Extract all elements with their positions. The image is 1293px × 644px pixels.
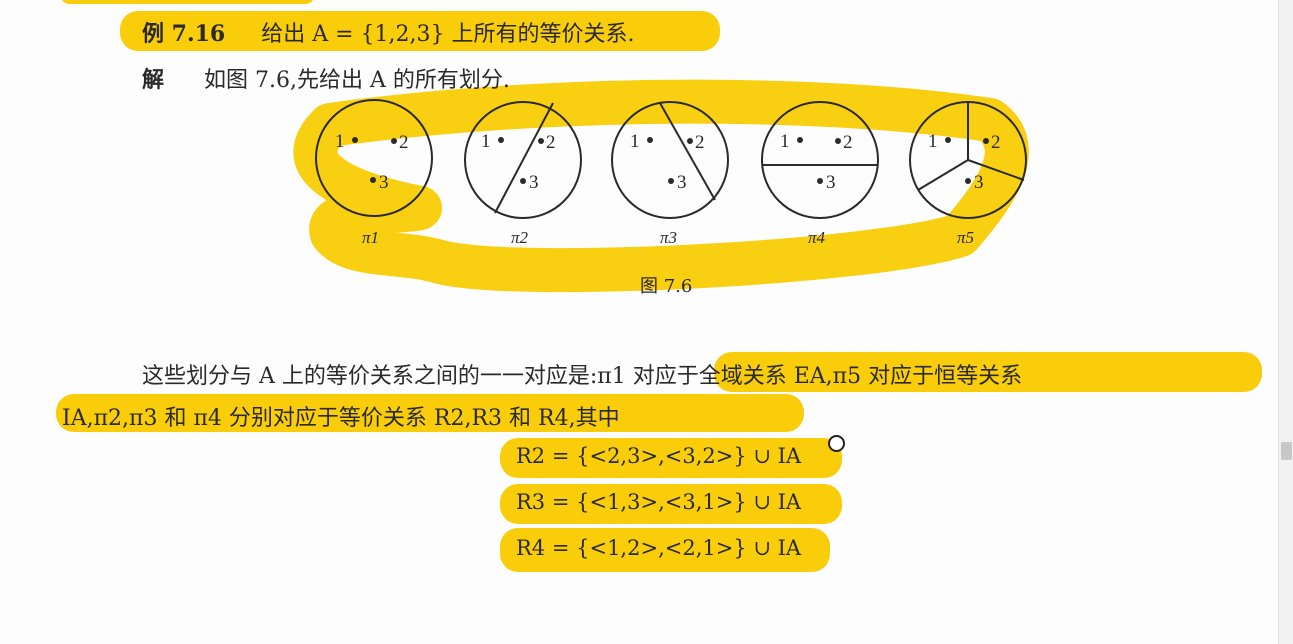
point-label: 3 bbox=[974, 172, 984, 193]
point-dot bbox=[352, 137, 358, 143]
point-dot bbox=[391, 138, 397, 144]
point-label: 2 bbox=[843, 132, 853, 153]
solution-line: 解 如图 7.6,先给出 A 的所有划分. bbox=[142, 62, 510, 94]
point-dot bbox=[687, 138, 693, 144]
pen-cursor-icon bbox=[828, 435, 845, 452]
point-dot bbox=[983, 138, 989, 144]
point-dot bbox=[835, 138, 841, 144]
point-dot bbox=[538, 138, 544, 144]
example-heading: 例 7.16 给出 A = {1,2,3} 上所有的等价关系. bbox=[142, 16, 635, 48]
point-label: 2 bbox=[399, 132, 409, 153]
partition-label-pi3: π3 bbox=[660, 228, 677, 247]
point-dot bbox=[945, 137, 951, 143]
point-dot bbox=[370, 177, 376, 183]
point-label: 1 bbox=[630, 131, 640, 152]
point-dot bbox=[965, 178, 971, 184]
partition-label-pi2: π2 bbox=[511, 228, 529, 247]
point-dot bbox=[817, 178, 823, 184]
point-dot bbox=[520, 178, 526, 184]
point-label: 2 bbox=[991, 132, 1001, 153]
point-label: 2 bbox=[546, 132, 556, 153]
point-label: 1 bbox=[481, 131, 491, 152]
solution-label: 解 bbox=[142, 67, 165, 93]
point-label: 3 bbox=[379, 172, 389, 193]
point-dot bbox=[797, 137, 803, 143]
paragraph-line-2: IA,π2,π3 和 π4 分别对应于等价关系 R2,R3 和 R4,其中 bbox=[62, 406, 620, 431]
formula-r4: R4 = {<1,2>,<2,1>} ∪ IA bbox=[516, 536, 802, 560]
partition-label-pi4: π4 bbox=[808, 228, 826, 247]
solution-text: 如图 7.6,先给出 A 的所有划分. bbox=[204, 68, 510, 93]
figure-caption: 图 7.6 bbox=[640, 276, 693, 297]
point-label: 3 bbox=[826, 172, 836, 193]
formula-r3: R3 = {<1,3>,<3,1>} ∪ IA bbox=[516, 490, 802, 514]
point-label: 1 bbox=[780, 131, 790, 152]
point-dot bbox=[498, 137, 504, 143]
partition-label-pi1: π1 bbox=[362, 228, 379, 247]
paragraph-line-1: 这些划分与 A 上的等价关系之间的一一对应是:π1 对应于全域关系 EA,π5 … bbox=[142, 364, 1023, 389]
partition-divider-pi5-c bbox=[917, 159, 969, 191]
point-label: 1 bbox=[928, 131, 938, 152]
example-label: 例 7.16 bbox=[142, 21, 226, 47]
example-text: 给出 A = {1,2,3} 上所有的等价关系. bbox=[261, 22, 635, 47]
partition-label-pi5: π5 bbox=[957, 228, 974, 247]
formula-r2: R2 = {<2,3>,<3,2>} ∪ IA bbox=[516, 444, 802, 468]
point-label: 3 bbox=[529, 172, 539, 193]
point-label: 3 bbox=[677, 172, 687, 193]
point-label: 2 bbox=[695, 132, 705, 153]
point-label: 1 bbox=[335, 131, 345, 152]
point-dot bbox=[668, 178, 674, 184]
point-dot bbox=[647, 137, 653, 143]
